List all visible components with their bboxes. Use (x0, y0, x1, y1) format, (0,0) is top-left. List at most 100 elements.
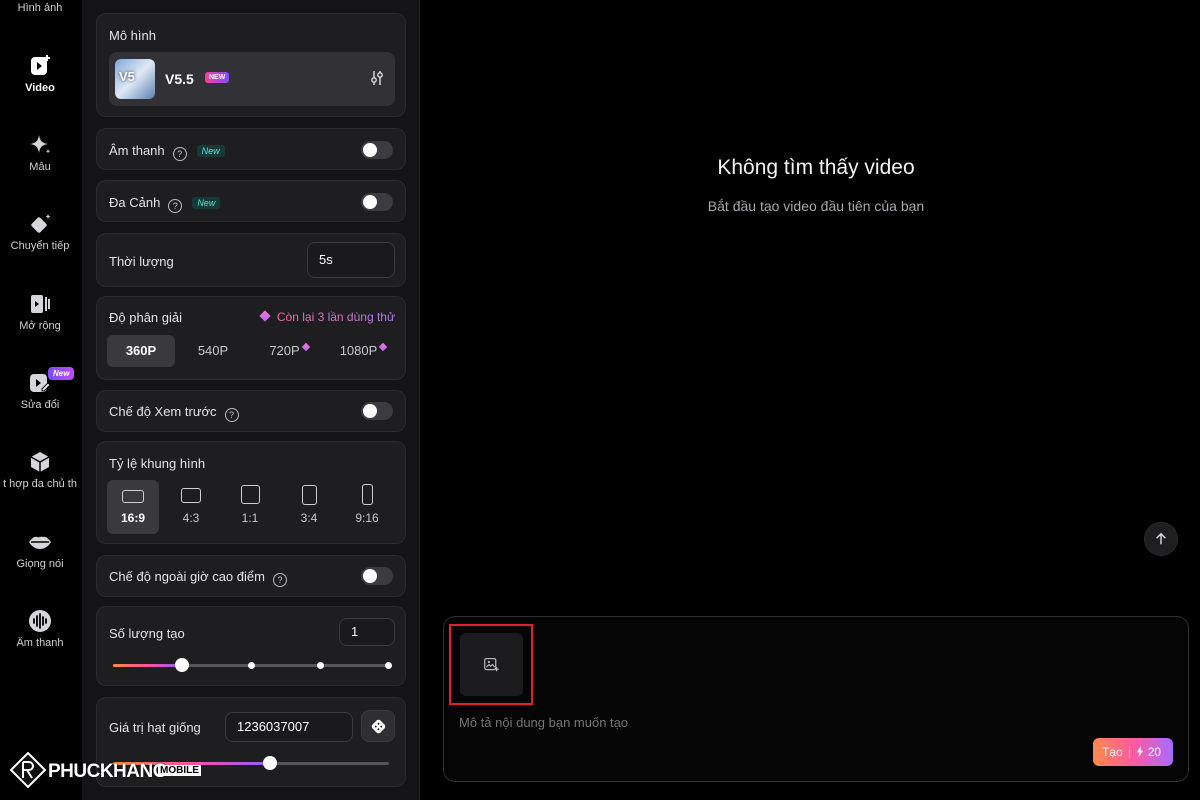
duration-label: Thời lượng (109, 254, 174, 269)
duration-value: 5s (319, 252, 333, 267)
randomize-seed-button[interactable] (361, 710, 395, 742)
preview-mode-label-wrap: Chế độ Xem trước? (109, 404, 239, 422)
ratio-option-label: 4:3 (182, 511, 200, 525)
quantity-slider[interactable] (113, 658, 392, 672)
nav-item-label: Sửa đổi (20, 399, 60, 411)
preview-mode-label: Chế độ Xem trước (109, 404, 217, 419)
gem-icon (301, 342, 310, 352)
ratio-option-label: 3:4 (300, 511, 318, 525)
sparkle-icon (30, 135, 51, 154)
off-peak-toggle[interactable] (361, 567, 393, 585)
nav-item-templates[interactable]: Mẫu (0, 133, 80, 173)
help-icon[interactable]: ? (172, 147, 187, 161)
watermark-logo: PHUCKHANG MOBILE (10, 752, 210, 788)
side-nav: Hình ảnh Video Mẫu Chuyển tiếp Mở rộng N… (0, 0, 80, 800)
nav-item-transition[interactable]: Chuyển tiếp (0, 212, 80, 252)
scroll-to-top-button[interactable] (1144, 522, 1178, 556)
nav-item-multi-subject[interactable]: t hợp đa chủ th (0, 450, 80, 490)
trial-quota: Còn lại 3 lần dùng thử (259, 310, 395, 324)
quantity-card: Số lượng tạo 1 (96, 606, 406, 686)
resolution-option-540p[interactable]: 540P (179, 335, 247, 367)
seed-slider-handle[interactable] (263, 756, 277, 770)
ratio-option-1-1[interactable]: 1:1 (224, 480, 276, 534)
model-thumbnail: V5 (115, 59, 155, 99)
ratio-option-label: 9:16 (355, 511, 379, 525)
ratio-option-3-4[interactable]: 3:4 (283, 480, 335, 534)
nav-item-edit[interactable]: New Sửa đổi (0, 367, 80, 411)
nav-item-label: Hình ảnh (17, 2, 63, 14)
off-peak-label: Chế độ ngoài giờ cao điểm (109, 569, 265, 584)
nav-item-label: Giọng nói (16, 558, 64, 570)
seed-label: Giá trị hạt giống (109, 720, 201, 735)
audio-wave-icon (29, 610, 51, 632)
ratio-9-16-icon (361, 484, 373, 505)
help-icon[interactable]: ? (224, 408, 239, 422)
watermark-text: PHUCKHANG (48, 761, 168, 782)
resolution-option-1080p[interactable]: 1080P (329, 335, 397, 367)
sliders-icon[interactable] (369, 70, 385, 86)
lips-icon (29, 536, 51, 549)
aspect-ratio-label: Tỷ lệ khung hình (109, 456, 206, 471)
cube-icon (30, 452, 50, 472)
quantity-slider-handle[interactable] (175, 658, 189, 672)
dice-icon (371, 719, 386, 734)
nav-item-label: Âm thanh (16, 637, 64, 649)
duration-card: Thời lượng 5s (96, 233, 406, 287)
main-area: Không tìm thấy video Bắt đầu tạo video đ… (421, 0, 1200, 800)
nav-item-image[interactable]: Hình ảnh (0, 2, 80, 14)
model-label: Mô hình (109, 28, 156, 43)
nav-item-label: t hợp đa chủ th (3, 478, 77, 490)
resolution-option-label: 540P (197, 343, 229, 358)
model-selector[interactable]: V5 V5.5 NEW (109, 52, 395, 106)
slider-step-dot (385, 662, 392, 669)
nav-item-audio[interactable]: Âm thanh (0, 609, 80, 649)
quantity-input[interactable]: 1 (339, 618, 395, 646)
logo-diamond-icon (10, 752, 46, 788)
settings-panel: Mô hình V5 V5.5 NEW Âm thanh? New Đa Cảnh… (82, 0, 420, 800)
resolution-label: Độ phân giải (109, 310, 182, 325)
duration-select[interactable]: 5s (307, 242, 395, 278)
model-name: V5.5 (165, 71, 194, 87)
multi-scene-new-tag: New (192, 197, 221, 209)
upload-image-button[interactable] (460, 633, 523, 696)
resolution-option-720p[interactable]: 720P (253, 335, 325, 367)
ratio-option-16-9[interactable]: 16:9 (107, 480, 159, 534)
generate-label: Tạo (1102, 745, 1123, 759)
quantity-value: 1 (351, 624, 359, 639)
off-peak-card: Chế độ ngoài giờ cao điểm? (96, 555, 406, 597)
help-icon[interactable]: ? (168, 199, 183, 213)
button-divider (1128, 746, 1130, 758)
video-plus-icon (31, 55, 50, 75)
aspect-ratio-card: Tỷ lệ khung hình 16:9 4:3 1:1 3:4 9:16 (96, 441, 406, 544)
resolution-option-360p[interactable]: 360P (107, 335, 175, 367)
nav-item-extend[interactable]: Mở rộng (0, 292, 80, 332)
multi-scene-toggle[interactable] (361, 193, 393, 211)
ratio-1-1-icon (240, 485, 260, 504)
quantity-slider-fill (113, 664, 182, 667)
aspect-ratio-options: 16:9 4:3 1:1 3:4 9:16 (107, 480, 397, 534)
nav-item-video[interactable]: Video (0, 54, 80, 94)
nav-item-label: Mở rộng (19, 320, 61, 332)
slider-step-dot (248, 662, 255, 669)
prompt-input[interactable] (459, 715, 1059, 730)
nav-item-voice[interactable]: Giọng nói (0, 530, 80, 570)
resolution-card: Độ phân giải Còn lại 3 lần dùng thử 360P… (96, 296, 406, 380)
help-icon[interactable]: ? (272, 573, 287, 587)
multi-scene-card: Đa Cảnh? New (96, 180, 406, 222)
ratio-16-9-icon (122, 490, 144, 503)
seed-input[interactable]: 1236037007 (225, 712, 353, 742)
preview-mode-toggle[interactable] (361, 402, 393, 420)
empty-state-title: Không tìm thấy video (717, 156, 915, 179)
multi-scene-label: Đa Cảnh (109, 195, 161, 210)
audio-card: Âm thanh? New (96, 128, 406, 170)
ratio-option-9-16[interactable]: 9:16 (341, 480, 393, 534)
audio-toggle[interactable] (361, 141, 393, 159)
generate-button[interactable]: Tạo 20 (1093, 738, 1173, 766)
arrow-up-icon (1156, 532, 1166, 545)
empty-state-subtitle: Bắt đầu tạo video đầu tiên của bạn (707, 198, 925, 214)
image-add-icon (484, 657, 499, 672)
ratio-option-4-3[interactable]: 4:3 (165, 480, 217, 534)
seed-value: 1236037007 (237, 719, 310, 734)
multi-scene-label-wrap: Đa Cảnh? New (109, 195, 221, 213)
extend-icon (31, 295, 50, 313)
